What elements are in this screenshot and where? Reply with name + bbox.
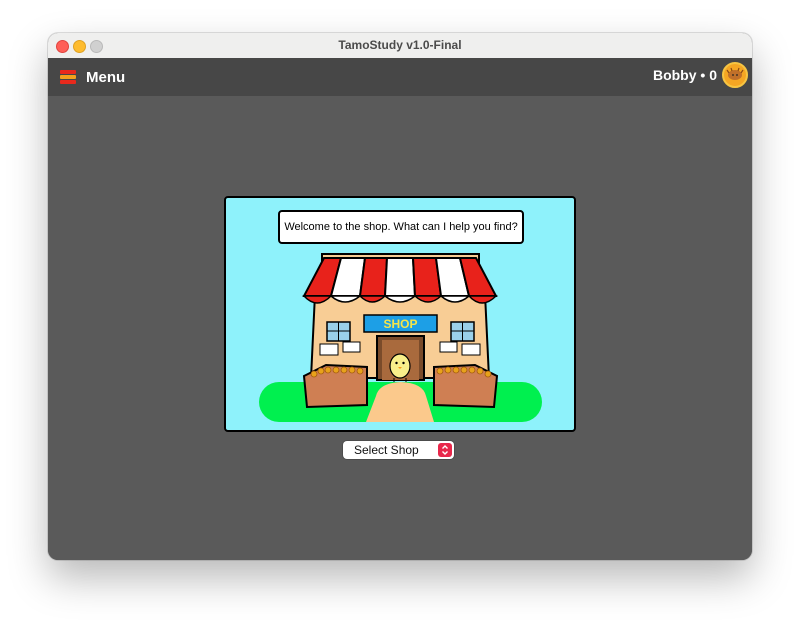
hamburger-menu-icon [60, 70, 76, 84]
menu-button[interactable]: Menu [60, 67, 125, 87]
pet-avatar[interactable] [722, 62, 748, 88]
shop-select-dropdown[interactable]: Select Shop [343, 441, 454, 459]
user-name-and-coins: Bobby • 0 [652, 67, 717, 83]
user-status: Bobby • 0 [653, 62, 748, 88]
window-title: TamoStudy v1.0-Final [338, 38, 462, 52]
pet-avatar-icon [726, 67, 744, 80]
menu-label: Menu [86, 68, 126, 86]
title-bar: TamoStudy v1.0-Final [48, 33, 752, 59]
shop-select-label: Select Shop [354, 443, 419, 457]
shopkeeper-dialog: Welcome to the shop. What can I help you… [278, 210, 524, 244]
main-content: SHOP Welcome to the shop. What can I hel… [48, 96, 752, 560]
svg-text:SHOP: SHOP [383, 317, 417, 331]
shop-scene: SHOP Welcome to the shop. What can I hel… [224, 196, 576, 432]
chevron-up-down-icon [438, 443, 452, 457]
app-bar: Menu Bobby • 0 [48, 58, 752, 96]
app-window: TamoStudy v1.0-Final Menu Bobby • 0 SHOP… [48, 33, 752, 560]
